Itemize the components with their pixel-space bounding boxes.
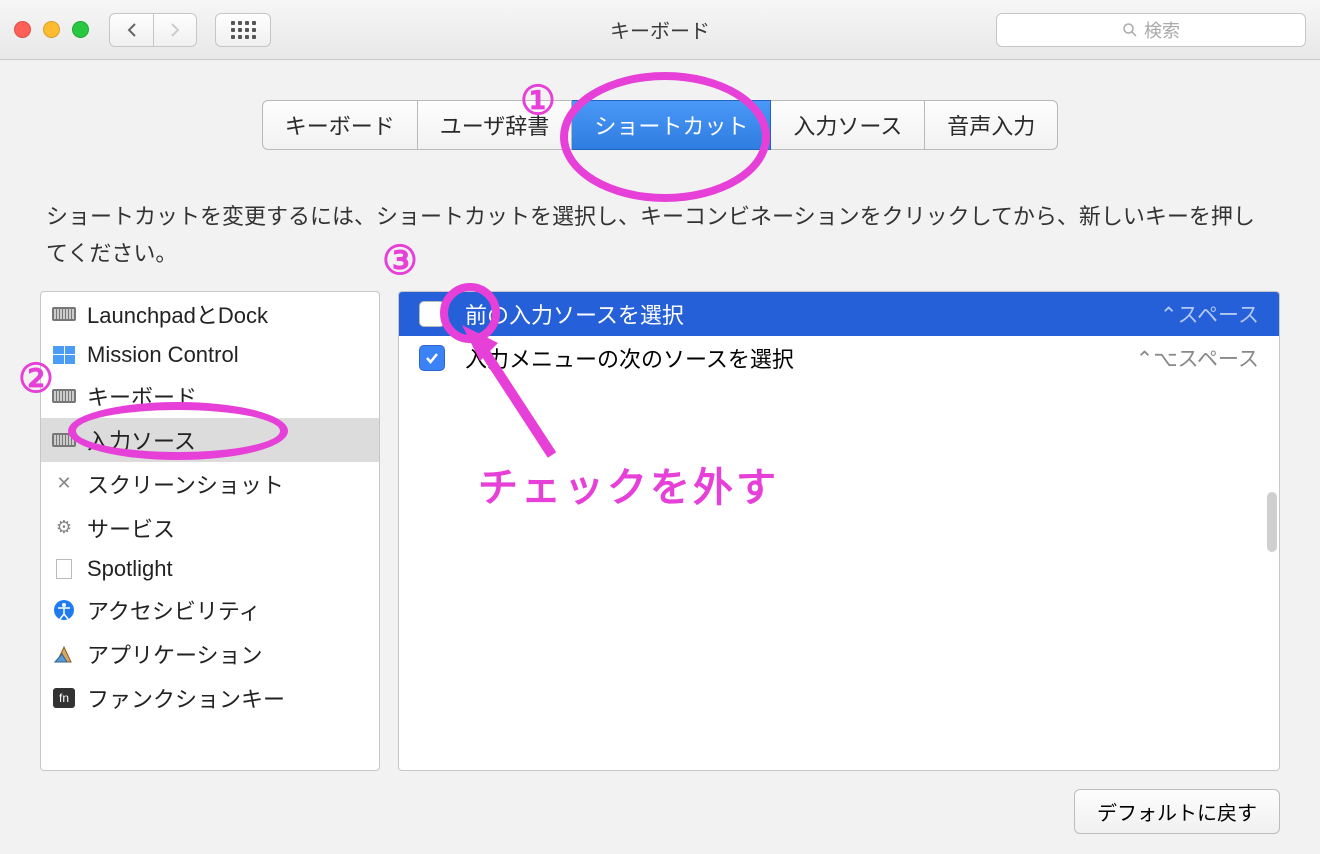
close-window-button[interactable] [14, 21, 31, 38]
sidebar-item-mission-control[interactable]: Mission Control [41, 336, 379, 374]
sidebar-item-spotlight[interactable]: Spotlight [41, 550, 379, 588]
shortcuts-panel: 前の入力ソースを選択 ⌃スペース 入力メニューの次のソースを選択 ⌃⌥スペース [398, 291, 1280, 771]
traffic-lights [14, 21, 89, 38]
mission-control-icon [51, 344, 77, 366]
grid-icon [231, 21, 256, 39]
app-icon [51, 643, 77, 665]
tabs: キーボード ユーザ辞書 ショートカット 入力ソース 音声入力 [40, 100, 1280, 150]
screenshot-icon: ✕ [51, 473, 77, 495]
maximize-window-button[interactable] [72, 21, 89, 38]
tab-keyboard[interactable]: キーボード [262, 100, 418, 150]
keyboard-icon [51, 303, 77, 325]
keyboard-icon [51, 429, 77, 451]
shortcut-checkbox[interactable] [419, 301, 445, 327]
accessibility-icon [51, 599, 77, 621]
check-icon [424, 350, 440, 366]
tab-user-dictionary[interactable]: ユーザ辞書 [418, 100, 573, 150]
sidebar-item-services[interactable]: ⚙ サービス [41, 506, 379, 550]
search-icon [1122, 22, 1138, 38]
tab-dictation[interactable]: 音声入力 [925, 100, 1058, 150]
restore-defaults-button[interactable]: デフォルトに戻す [1074, 789, 1280, 834]
forward-button[interactable] [153, 13, 197, 47]
content-area: キーボード ユーザ辞書 ショートカット 入力ソース 音声入力 ショートカットを変… [0, 60, 1320, 854]
sidebar-item-label: ファンクションキー [87, 682, 285, 714]
shortcut-key[interactable]: ⌃⌥スペース [1136, 343, 1259, 373]
shortcut-row-next-input-source[interactable]: 入力メニューの次のソースを選択 ⌃⌥スペース [399, 336, 1279, 380]
sidebar-item-label: Spotlight [87, 556, 173, 582]
minimize-window-button[interactable] [43, 21, 60, 38]
sidebar-item-label: キーボード [87, 380, 197, 412]
fn-icon: fn [51, 687, 77, 709]
document-icon [51, 558, 77, 580]
show-all-button[interactable] [215, 13, 271, 47]
shortcut-key[interactable]: ⌃スペース [1160, 299, 1259, 329]
sidebar-item-label: LaunchpadとDock [87, 298, 268, 330]
keyboard-icon [51, 385, 77, 407]
nav-group [109, 13, 197, 47]
sidebar-item-label: サービス [87, 512, 175, 544]
shortcut-checkbox[interactable] [419, 345, 445, 371]
sidebar-item-launchpad[interactable]: LaunchpadとDock [41, 292, 379, 336]
search-field[interactable]: 検索 [996, 13, 1306, 47]
category-sidebar[interactable]: LaunchpadとDock Mission Control キーボード 入力ソ… [40, 291, 380, 771]
sidebar-item-screenshot[interactable]: ✕ スクリーンショット [41, 462, 379, 506]
sidebar-item-keyboard[interactable]: キーボード [41, 374, 379, 418]
panels: LaunchpadとDock Mission Control キーボード 入力ソ… [40, 291, 1280, 771]
shortcut-row-prev-input-source[interactable]: 前の入力ソースを選択 ⌃スペース [399, 292, 1279, 336]
sidebar-item-label: アプリケーション [87, 638, 263, 670]
shortcut-label: 前の入力ソースを選択 [465, 298, 684, 330]
sidebar-item-label: 入力ソース [87, 424, 196, 456]
window-title: キーボード [610, 15, 710, 44]
bottom-bar: デフォルトに戻す [40, 789, 1280, 834]
tab-input-sources[interactable]: 入力ソース [771, 100, 925, 150]
sidebar-item-label: Mission Control [87, 342, 239, 368]
sidebar-item-accessibility[interactable]: アクセシビリティ [41, 588, 379, 632]
sidebar-item-input-sources[interactable]: 入力ソース [41, 418, 379, 462]
shortcut-label: 入力メニューの次のソースを選択 [465, 342, 794, 374]
back-button[interactable] [109, 13, 153, 47]
search-placeholder: 検索 [1144, 17, 1180, 43]
titlebar: キーボード 検索 [0, 0, 1320, 60]
sidebar-item-label: スクリーンショット [87, 468, 284, 500]
gear-icon: ⚙ [51, 517, 77, 539]
sidebar-item-label: アクセシビリティ [87, 594, 261, 626]
tab-shortcuts[interactable]: ショートカット [572, 100, 771, 150]
sidebar-item-applications[interactable]: アプリケーション [41, 632, 379, 676]
instructions-text: ショートカットを変更するには、ショートカットを選択し、キーコンビネーションをクリ… [40, 198, 1280, 273]
sidebar-item-function-keys[interactable]: fn ファンクションキー [41, 676, 379, 720]
scrollbar[interactable] [1267, 492, 1277, 552]
